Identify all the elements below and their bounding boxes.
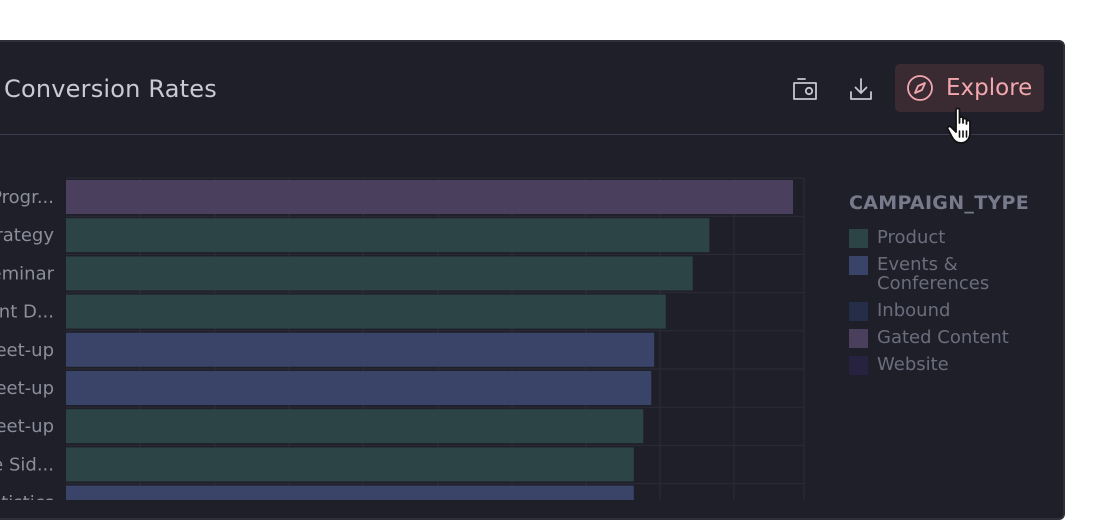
legend-swatch [849,256,868,275]
legend-item-product[interactable]: Product [849,227,1049,248]
legend-label: Gated Content [877,327,1009,348]
category-label: eet-up [0,416,54,437]
category-label: e Sid... [0,454,54,475]
category-label: eet-up [0,340,54,361]
legend-item-gated-content[interactable]: Gated Content [849,327,1049,348]
category-label: eet-up [0,378,54,399]
bar[interactable] [66,256,693,291]
bar[interactable] [66,371,652,405]
legend-title: CAMPAIGN_TYPE [849,192,1030,214]
bar[interactable] [66,218,710,253]
legend-swatch [849,329,868,348]
legend-swatch [849,229,868,248]
bar[interactable] [66,180,793,214]
legend-label: Product [877,227,946,248]
legend-label: Events & Conferences [877,254,990,294]
bar[interactable] [66,485,634,520]
category-label: rategy [0,225,54,246]
legend-swatch [849,356,868,375]
bar[interactable] [66,332,655,367]
category-label: Progr... [0,187,54,208]
legend-item-events[interactable]: Events & Conferences [849,255,1049,293]
category-label: nt D... [0,302,54,323]
bar[interactable] [66,409,644,444]
legend-swatch [849,302,868,321]
hand-pointer-cursor-icon [946,106,978,146]
category-label: eminar [0,263,55,284]
bar[interactable] [66,294,666,329]
legend-label: Website [877,354,949,375]
legend-label: Inbound [877,300,951,321]
category-label: tistics [1,493,54,500]
legend: CAMPAIGN_TYPE Product Events & Conferenc… [849,192,1049,382]
bar[interactable] [66,447,634,482]
legend-item-website[interactable]: Website [849,354,1049,375]
legend-item-inbound[interactable]: Inbound [849,300,1049,321]
